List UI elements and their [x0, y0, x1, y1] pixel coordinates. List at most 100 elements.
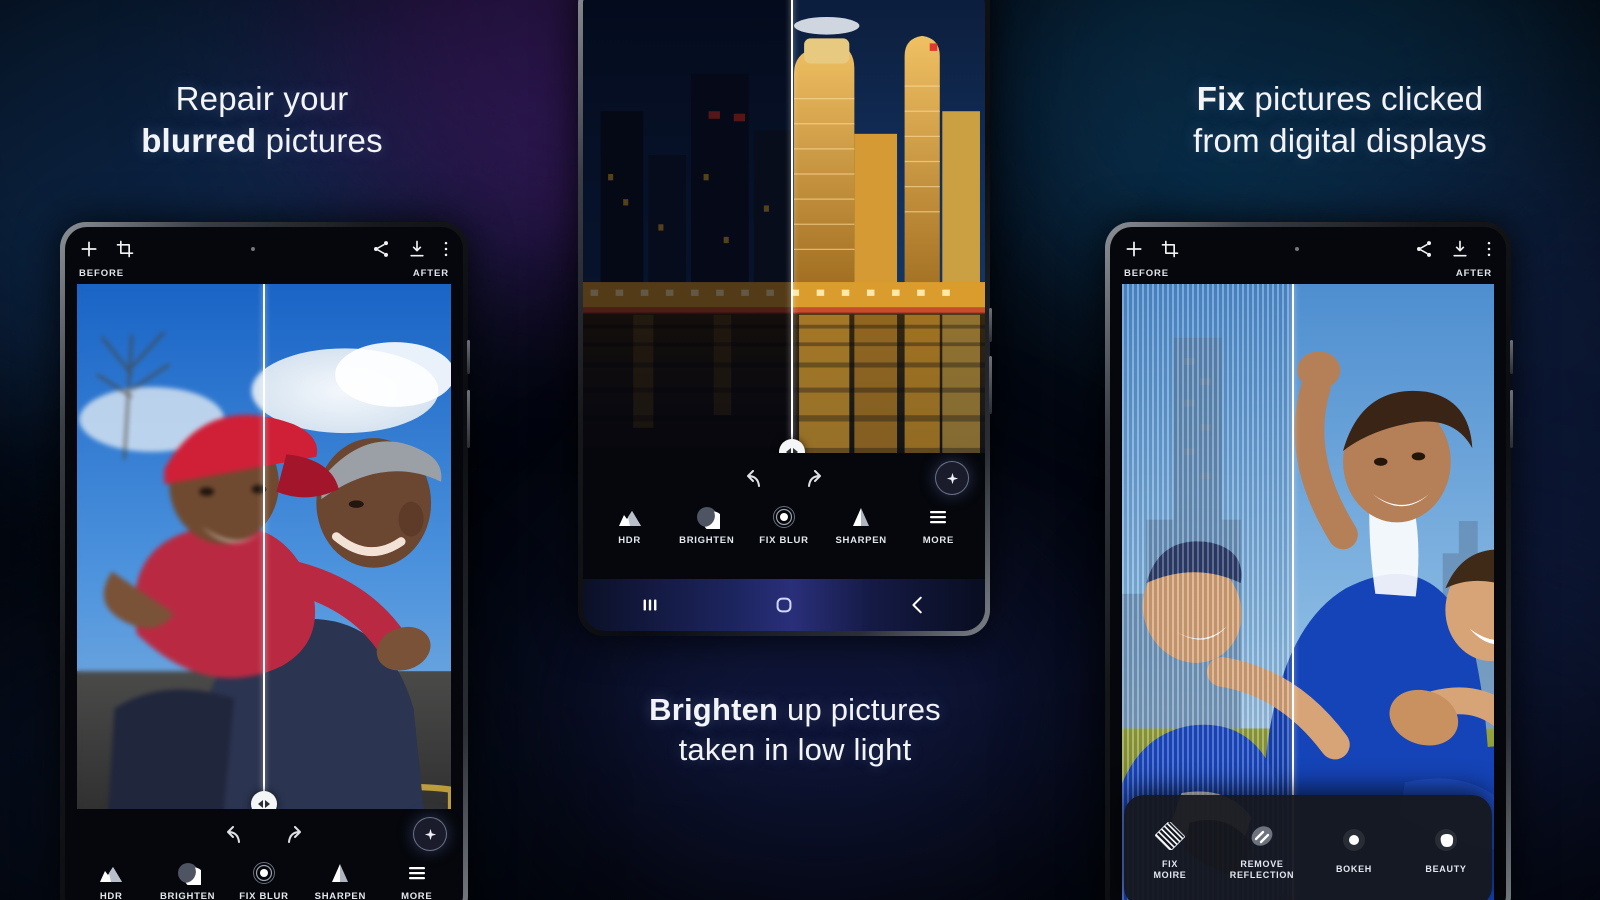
phone-volume-button[interactable]	[467, 390, 470, 448]
before-after-labels: BEFORE AFTER	[1110, 265, 1506, 284]
tool-hdr[interactable]: HDR	[73, 861, 149, 900]
tool-label: SHARPEN	[835, 535, 887, 546]
tool-row: HDR BRIGHTEN FIX BLUR SHARPEN MORE	[65, 853, 463, 900]
auto-enhance-icon[interactable]	[935, 461, 969, 495]
tool-sharpen[interactable]: SHARPEN	[302, 861, 378, 900]
tool-label: SHARPEN	[314, 891, 367, 900]
back-icon[interactable]	[907, 594, 929, 616]
download-icon[interactable]	[407, 239, 427, 259]
auto-enhance-icon[interactable]	[413, 817, 447, 852]
tool-row: HDR BRIGHTEN FIX BLUR SHARPEN MORE	[583, 497, 985, 557]
share-icon[interactable]	[1414, 239, 1434, 259]
tool-fix-moire[interactable]: FIX MOIRE	[1127, 822, 1213, 880]
blur-before-overlay	[77, 284, 264, 810]
tool-label: BRIGHTEN	[679, 535, 735, 546]
compare-photo-left[interactable]	[77, 284, 451, 810]
moon-icon	[175, 861, 201, 886]
tool-label: BRIGHTEN	[159, 891, 216, 900]
tool-label: FIX BLUR	[239, 891, 289, 900]
tool-label: BEAUTY	[1425, 864, 1467, 875]
tool-more[interactable]: MORE	[379, 861, 455, 900]
triangle-gradient-icon	[848, 505, 874, 529]
add-icon[interactable]	[79, 239, 99, 259]
phone-volume-button[interactable]	[989, 356, 992, 414]
tool-more[interactable]: MORE	[900, 505, 976, 547]
tool-fix-blur[interactable]: FIX BLUR	[226, 861, 302, 900]
undo-redo-row	[583, 461, 985, 497]
headline-left: Repair your blurred pictures	[22, 78, 502, 162]
after-label: AFTER	[412, 268, 449, 279]
tool-brighten[interactable]: BRIGHTEN	[669, 505, 745, 547]
tool-label: FIX BLUR	[759, 535, 809, 546]
tool-label: MORE	[922, 535, 954, 546]
hamburger-icon	[925, 505, 951, 529]
edit-toolbar: HDR BRIGHTEN FIX BLUR SHARPEN MORE	[583, 453, 985, 579]
tool-beauty[interactable]: BEAUTY	[1403, 827, 1489, 874]
tool-label: REMOVE REFLECTION	[1229, 859, 1295, 880]
phone-left-screen: BEFORE AFTER HDR BRIGHTEN FIX BLUR SHARP…	[65, 227, 463, 900]
compare-divider[interactable]	[263, 284, 265, 810]
phone-right-screen: BEFORE AFTER FIX MOIRE REMOVE REFLECTION…	[1110, 227, 1506, 900]
bokeh-dot-icon	[1339, 827, 1369, 855]
headline-center: Brighten up pictures taken in low light	[560, 690, 1030, 769]
headline-center-line1: up pictures	[778, 692, 941, 727]
phone-center-screen: HDR BRIGHTEN FIX BLUR SHARPEN MORE	[583, 0, 985, 631]
headline-right-bold: Fix	[1196, 80, 1246, 117]
before-after-labels: BEFORE AFTER	[65, 265, 463, 284]
home-icon[interactable]	[773, 594, 795, 616]
headline-right: Fix pictures clicked from digital displa…	[1090, 78, 1590, 162]
beauty-blob-icon	[1431, 827, 1461, 855]
recents-icon[interactable]	[639, 594, 661, 616]
dark-before-overlay	[583, 0, 793, 453]
before-label: BEFORE	[79, 268, 124, 279]
undo-icon[interactable]	[220, 824, 244, 848]
tool-bokeh[interactable]: BOKEH	[1311, 827, 1397, 874]
tool-brighten[interactable]: BRIGHTEN	[150, 861, 226, 900]
tool-remove-reflection[interactable]: REMOVE REFLECTION	[1219, 822, 1305, 880]
undo-redo-row	[65, 817, 463, 853]
android-nav-bar	[583, 579, 985, 631]
hamburger-icon	[404, 861, 430, 885]
crop-icon[interactable]	[1160, 239, 1180, 259]
headline-right-line1: pictures clicked	[1245, 80, 1484, 117]
edit-toolbar: HDR BRIGHTEN FIX BLUR SHARPEN MORE	[65, 809, 463, 900]
add-icon[interactable]	[1124, 239, 1144, 259]
dot-indicator	[248, 244, 258, 254]
crop-icon[interactable]	[115, 239, 135, 259]
headline-left-line2: pictures	[256, 122, 383, 160]
phone-center: HDR BRIGHTEN FIX BLUR SHARPEN MORE	[578, 0, 992, 636]
phone-volume-button[interactable]	[1510, 390, 1513, 448]
app-toolbar	[1110, 227, 1506, 265]
tool-fix-blur[interactable]: FIX BLUR	[746, 505, 822, 547]
dot-indicator	[1292, 244, 1302, 254]
undo-icon[interactable]	[740, 468, 764, 492]
overflow-menu-icon[interactable]	[443, 239, 449, 259]
share-icon[interactable]	[371, 239, 391, 259]
redo-icon[interactable]	[804, 468, 828, 492]
promo-stage: Repair your blurred pictures Fix picture…	[0, 0, 1600, 900]
headline-center-bold: Brighten	[649, 692, 779, 727]
phone-side-button[interactable]	[1510, 340, 1513, 374]
tool-hdr[interactable]: HDR	[592, 505, 668, 547]
app-toolbar	[65, 227, 463, 265]
tool-label: HDR	[99, 891, 123, 900]
overflow-menu-icon[interactable]	[1486, 239, 1492, 259]
compare-divider[interactable]	[791, 0, 794, 453]
compare-photo-center[interactable]	[583, 0, 985, 453]
tool-sharpen[interactable]: SHARPEN	[823, 505, 899, 547]
phone-left: BEFORE AFTER HDR BRIGHTEN FIX BLUR SHARP…	[60, 222, 470, 900]
phone-side-button[interactable]	[467, 340, 470, 374]
headline-left-line1: Repair your	[175, 80, 349, 117]
moon-icon	[694, 505, 720, 529]
phone-side-button[interactable]	[989, 308, 992, 342]
more-tools-sheet: FIX MOIRE REMOVE REFLECTION BOKEH BEAUTY	[1124, 795, 1492, 900]
tool-label: MORE	[401, 891, 433, 900]
moire-grid-icon	[1155, 822, 1185, 851]
focus-ring-icon	[251, 861, 277, 885]
before-label: BEFORE	[1124, 268, 1169, 279]
redo-icon[interactable]	[284, 824, 308, 848]
download-icon[interactable]	[1450, 239, 1470, 259]
headline-center-line2: taken in low light	[678, 731, 912, 767]
tool-label: BOKEH	[1335, 864, 1372, 875]
mountains-icon	[617, 505, 643, 529]
